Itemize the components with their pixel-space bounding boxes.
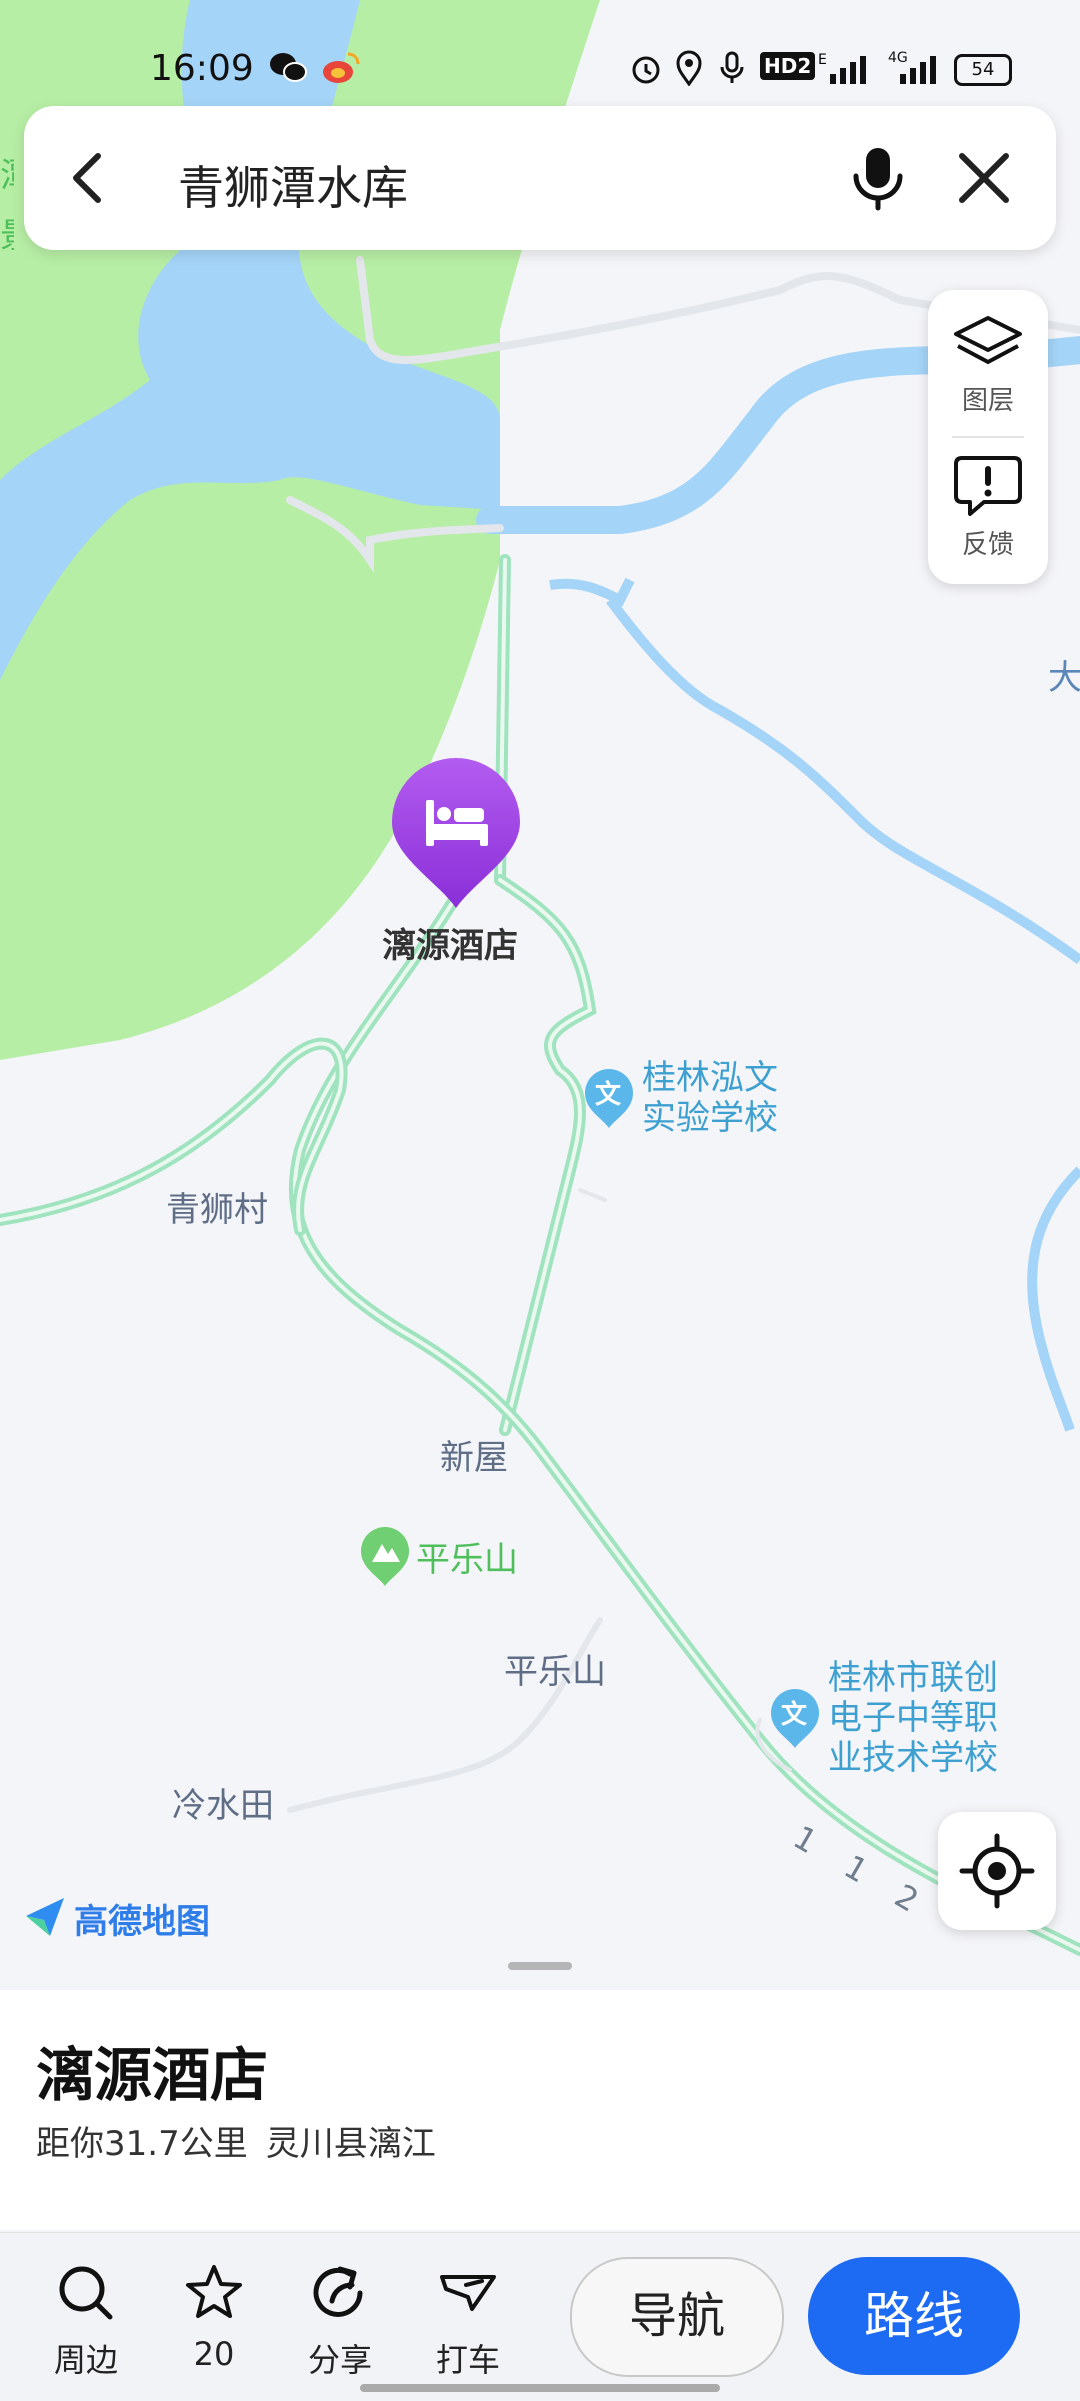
layers-label: 图层 [961,386,1014,416]
locate-icon [959,1833,1035,1909]
wechat-icon [270,53,307,82]
weibo-icon [323,52,360,83]
hotel-marker[interactable] [386,752,526,912]
sheet-drag-handle[interactable] [508,1962,572,1970]
svg-text:E: E [818,52,827,68]
nearby-label: 周边 [53,2341,118,2379]
mountain-poi[interactable] [358,1524,412,1588]
place-detail-sheet[interactable]: 漓源酒店 距你31.7公里 灵川县漓江 [0,1990,1080,2230]
place-distance: 距你31.7公里 [36,2124,248,2164]
favorite-button[interactable]: 20 [164,2263,264,2373]
back-arrow-icon[interactable] [54,142,126,214]
school-poi-2-badge: 文 [781,1700,808,1730]
nearby-button[interactable]: 周边 [36,2263,136,2379]
place-region: 灵川县漓江 [265,2124,436,2164]
label-lengshuitian: 冷水田 [172,1786,274,1826]
label-qingshi-village: 青狮村 [166,1190,268,1230]
label-pingle-area: 平乐山 [504,1652,606,1692]
home-indicator[interactable] [360,2384,720,2392]
share-label: 分享 [307,2341,372,2379]
place-subtitle: 距你31.7公里 灵川县漓江 [36,2116,454,2165]
navigate-button[interactable]: 导航 [570,2257,784,2377]
amap-logo-text: 高德地图 [74,1902,210,1942]
route-button[interactable]: 路线 [808,2257,1020,2375]
close-icon[interactable] [948,142,1020,214]
status-time: 16:09 [150,48,254,89]
tools-divider [952,436,1024,438]
signal-e-icon: E [818,52,866,84]
edge-label-left-top: 潭 [0,148,14,197]
taxi-icon [440,2275,496,2311]
signal-4g-icon: 4G [888,50,938,86]
battery-icon: 54 [954,54,1012,86]
alarm-icon [632,56,660,84]
edge-label-right: 大 [1048,658,1080,698]
feedback-button[interactable]: 反馈 [928,452,1048,572]
location-icon [676,50,702,86]
mic-icon [720,51,744,83]
star-icon [186,2265,242,2318]
taxi-label: 打车 [435,2341,500,2379]
hd-icon: HD2 [760,52,816,80]
place-title: 漓源酒店 [36,2041,269,2109]
school-poi-1-badge: 文 [595,1080,622,1110]
bottom-action-bar: 周边 20 分享 打车 导航 路线 [0,2232,1080,2401]
layers-icon [954,316,1022,364]
school-poi-1[interactable]: 文 [582,1066,636,1130]
search-icon [59,2266,113,2320]
voice-mic-icon[interactable] [842,142,914,214]
edge-label-left-bottom: 景 [0,208,14,257]
layers-button[interactable]: 图层 [928,308,1048,428]
feedback-label: 反馈 [961,530,1014,560]
feedback-icon [954,456,1022,516]
map-tools-panel: 图层 反馈 [928,290,1048,584]
hotel-marker-label: 漓源酒店 [382,926,518,966]
mountain-poi-label: 平乐山 [416,1540,518,1580]
label-xinwu: 新屋 [440,1438,508,1478]
amap-logo-icon [26,1898,64,1936]
battery-level: 54 [971,59,995,80]
search-bar: 青狮潭水库 [24,106,1056,250]
school-poi-2[interactable]: 文 [768,1686,822,1750]
share-button[interactable]: 分享 [290,2263,390,2379]
school-poi-2-label: 桂林市联创 电子中等职 业技术学校 [828,1658,998,1778]
my-location-button[interactable] [938,1812,1056,1930]
taxi-button[interactable]: 打车 [418,2263,518,2379]
school-poi-1-label: 桂林泓文 实验学校 [642,1058,778,1138]
status-bar: 16:09 HD2 E 4G 54 [0,40,1080,104]
search-query-text[interactable]: 青狮潭水库 [178,152,408,218]
favorite-count: 20 [193,2335,235,2373]
share-icon [313,2266,363,2317]
